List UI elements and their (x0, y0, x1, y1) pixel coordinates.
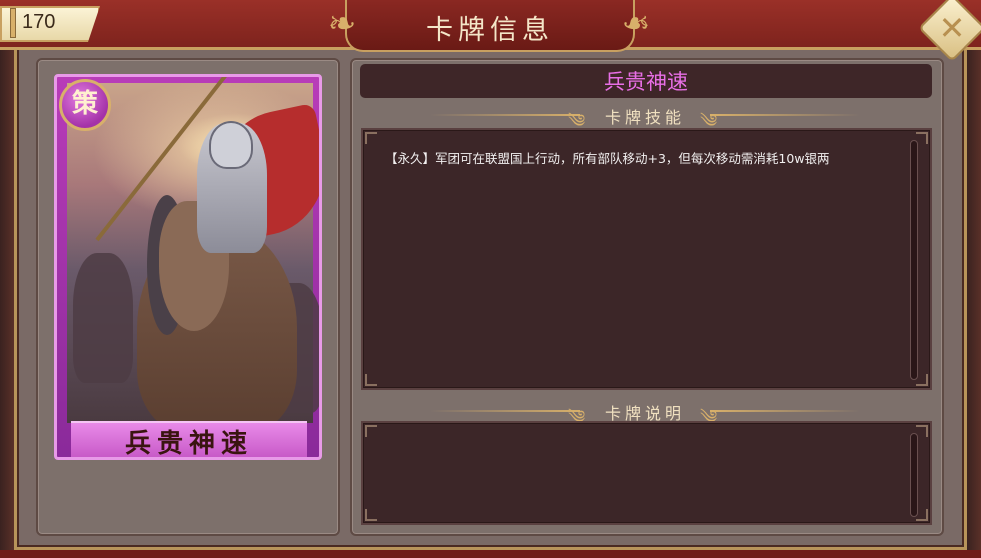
desc-scrollbar[interactable] (910, 433, 918, 517)
counter-bar-icon (10, 8, 16, 38)
card-title: 兵贵神速 (604, 70, 688, 94)
skill-section-label: 卡牌技能 (604, 108, 685, 127)
skill-description: 【永久】军团可在联盟国上行动，所有部队移动+3，但每次移动需消耗10w银两 (385, 151, 830, 166)
background-rider (73, 253, 133, 383)
helmet (209, 121, 253, 169)
skill-section-header: ༄ 卡牌技能 ༄ (430, 104, 860, 132)
divider-line (710, 114, 860, 116)
divider-line (430, 114, 580, 116)
left-edge (0, 50, 14, 550)
corner-ornament-icon (365, 425, 377, 437)
skill-scrollbar[interactable] (910, 140, 918, 380)
divider-line (710, 410, 860, 412)
card-artwork (67, 77, 319, 433)
card-name-label: 兵贵神速 (124, 429, 253, 459)
counter-value: 170 (22, 11, 56, 33)
close-icon[interactable]: ✕ (928, 4, 976, 52)
divider-line (430, 410, 580, 412)
corner-ornament-icon (365, 132, 377, 144)
skill-text-box[interactable]: 【永久】军团可在联盟国上行动，所有部队移动+3，但每次移动需消耗10w银两 (361, 128, 932, 390)
right-edge (967, 50, 981, 550)
strategy-badge-icon: 策 (59, 79, 111, 131)
desc-section-header: ༄ 卡牌说明 ༄ (430, 400, 860, 428)
desc-text-box[interactable] (361, 421, 932, 525)
card-image[interactable]: 策 兵贵神速 (54, 74, 322, 460)
corner-ornament-icon (365, 509, 377, 521)
window-title: 卡牌信息 (426, 15, 554, 46)
corner-ornament-icon (365, 374, 377, 386)
